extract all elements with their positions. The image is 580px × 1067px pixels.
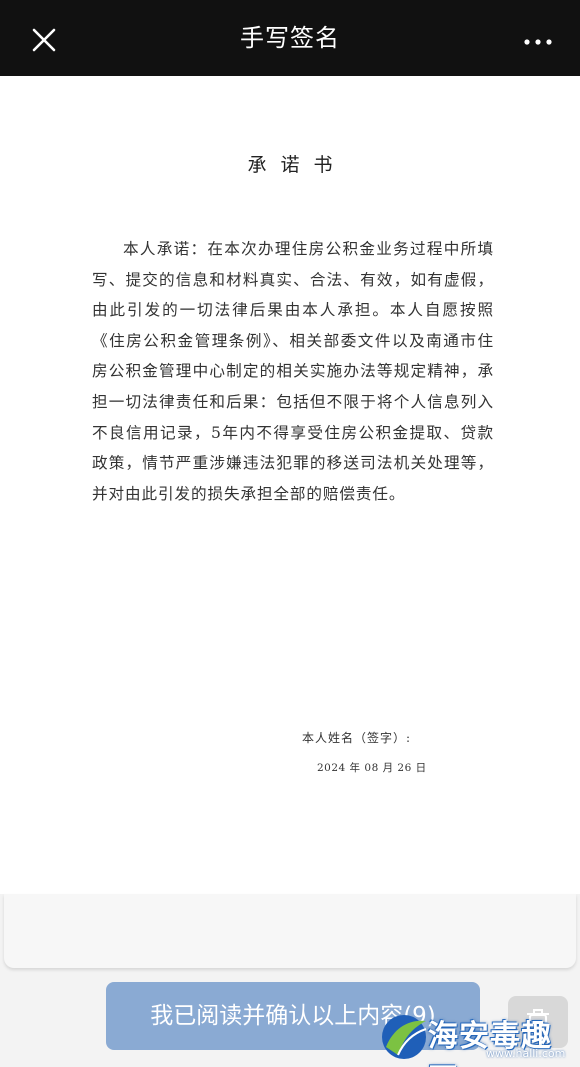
top-navbar: 手写签名: [0, 0, 580, 76]
signature-pad[interactable]: [4, 894, 576, 968]
commitment-document: 承诺书 本人承诺：在本次办理住房公积金业务过程中所填写、提交的信息和材料真实、合…: [0, 76, 580, 894]
document-body: 本人承诺：在本次办理住房公积金业务过程中所填写、提交的信息和材料真实、合法、有效…: [92, 240, 494, 503]
more-button[interactable]: [518, 26, 558, 56]
app-frame: 手写签名 承诺书 本人承诺：在本次办理住房公积金业务过程中所填写、提交的信息和材…: [0, 0, 580, 1067]
more-horizontal-icon: [524, 39, 552, 45]
trash-icon: [527, 1009, 549, 1035]
watermark-url: www.halli.com: [486, 1047, 566, 1060]
confirm-read-button[interactable]: 我已阅读并确认以上内容(9): [106, 982, 480, 1050]
signature-date: 2024 年 08 月 26 日: [317, 762, 427, 774]
page-title: 手写签名: [240, 24, 340, 52]
clear-signature-button[interactable]: [508, 996, 568, 1048]
document-title: 承诺书: [247, 154, 347, 176]
signature-label: 本人姓名（签字）:: [302, 731, 412, 745]
